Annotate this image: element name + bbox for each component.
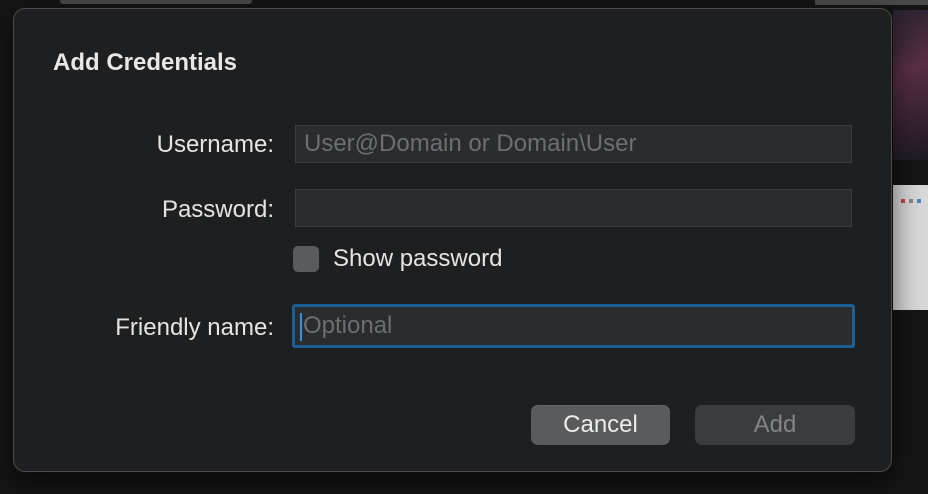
add-button[interactable]: Add bbox=[695, 405, 855, 445]
add-credentials-dialog: Add Credentials Username: Password: Show… bbox=[13, 8, 892, 472]
password-label: Password: bbox=[161, 196, 274, 223]
friendly-name-field[interactable] bbox=[292, 304, 855, 348]
background-wallpaper bbox=[893, 10, 928, 160]
show-password-checkbox[interactable] bbox=[293, 246, 319, 272]
dialog-title: Add Credentials bbox=[53, 49, 238, 76]
username-field[interactable] bbox=[295, 125, 852, 163]
username-label: Username: bbox=[156, 131, 274, 158]
background-window-edge bbox=[815, 0, 928, 5]
text-cursor bbox=[300, 313, 302, 341]
background-document-window bbox=[893, 185, 928, 310]
password-field[interactable] bbox=[295, 189, 852, 227]
friendly-name-label: Friendly name: bbox=[115, 314, 274, 341]
show-password-label[interactable]: Show password bbox=[333, 245, 502, 273]
background-window-edge bbox=[60, 0, 252, 4]
cancel-button[interactable]: Cancel bbox=[531, 405, 670, 445]
window-controls bbox=[901, 199, 925, 203]
